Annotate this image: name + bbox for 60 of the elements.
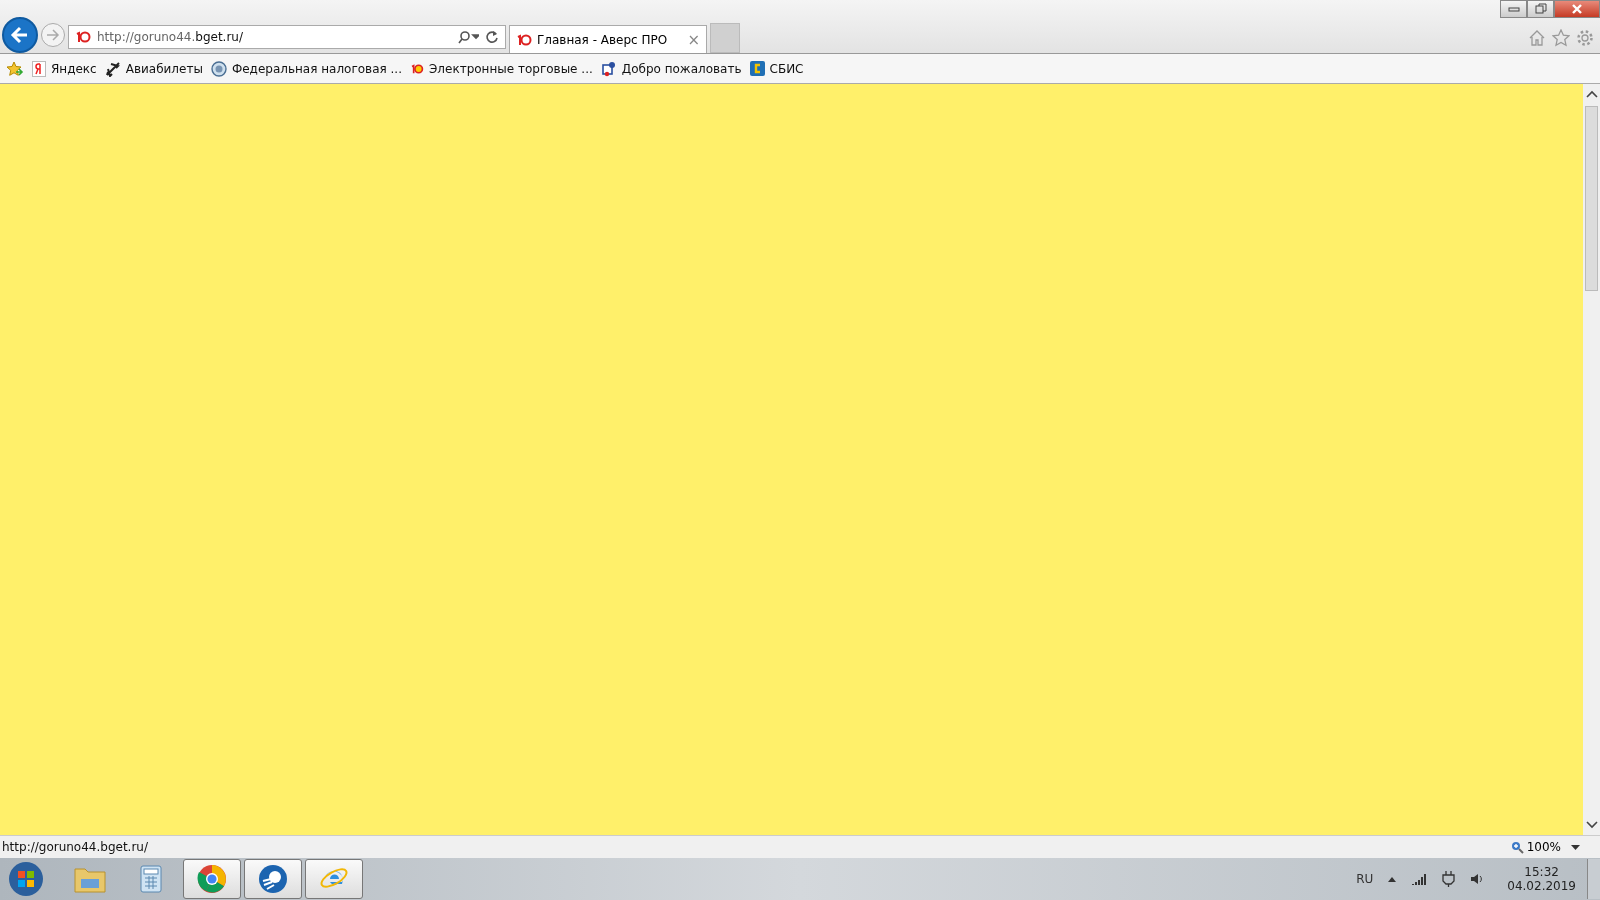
settings-icon[interactable] xyxy=(1576,29,1594,47)
browser-logo-icon xyxy=(197,864,227,894)
letter-tile-icon xyxy=(32,60,46,77)
power-plug-icon[interactable] xyxy=(1442,871,1456,887)
site-icon xyxy=(410,63,424,74)
restore-button[interactable] xyxy=(1527,0,1554,18)
browser-tab[interactable]: Главная - Аверс ПРО × xyxy=(509,25,707,53)
favorite-label: Яндекс xyxy=(51,61,97,76)
status-text: http://goruno44.bget.ru/ xyxy=(2,840,148,854)
favorite-label: Федеральная налоговая ... xyxy=(231,61,402,76)
vertical-scrollbar[interactable] xyxy=(1583,84,1600,835)
site-icon xyxy=(516,33,532,46)
letter-tile-icon xyxy=(749,61,765,76)
browser-app-button[interactable] xyxy=(183,859,241,899)
restore-icon xyxy=(1534,3,1547,15)
favorite-link[interactable]: Авиабилеты xyxy=(104,60,203,77)
tab-close-button[interactable]: × xyxy=(687,30,700,49)
app-logo-icon xyxy=(258,864,288,894)
forward-arrow-icon xyxy=(45,27,61,43)
favorite-label: Авиабилеты xyxy=(125,61,203,76)
favorite-label: СБИС xyxy=(769,61,804,76)
favorite-link[interactable]: Добро пожаловать xyxy=(600,60,742,77)
signal-bars-icon[interactable] xyxy=(1411,873,1428,885)
refresh-icon[interactable] xyxy=(485,30,499,44)
dropdown-caret-icon[interactable] xyxy=(1571,844,1580,850)
scroll-up-icon[interactable] xyxy=(1585,90,1598,98)
minimize-icon xyxy=(1507,6,1520,12)
scrollbar-thumb[interactable] xyxy=(1585,106,1598,291)
language-indicator[interactable]: RU xyxy=(1356,872,1374,886)
calculator-icon xyxy=(140,865,162,893)
tab-title: Главная - Аверс ПРО xyxy=(537,32,669,47)
show-hidden-icons-caret-icon[interactable] xyxy=(1388,876,1397,882)
ie-browser-button[interactable] xyxy=(305,859,363,899)
folder-icon xyxy=(74,865,106,893)
address-bar[interactable]: http://goruno44.bget.ru/ xyxy=(68,25,506,49)
clock[interactable]: 15:32 04.02.2019 xyxy=(1493,865,1584,893)
address-text: http://goruno44.bget.ru/ xyxy=(97,30,244,44)
close-icon xyxy=(1571,4,1583,14)
speaker-icon[interactable] xyxy=(1470,872,1485,886)
windows-logo-icon xyxy=(8,861,44,897)
zoom-icon xyxy=(1510,840,1524,854)
favorite-link[interactable]: Федеральная налоговая ... xyxy=(210,60,402,77)
minimize-button[interactable] xyxy=(1500,0,1527,18)
favorites-star-icon[interactable] xyxy=(6,60,24,77)
favorite-link[interactable]: Яндекс xyxy=(32,60,97,77)
home-icon[interactable] xyxy=(1528,29,1546,47)
emblem-icon xyxy=(210,60,227,77)
close-button[interactable] xyxy=(1554,0,1600,18)
favorite-link[interactable]: СБИС xyxy=(749,61,804,76)
zoom-button[interactable]: 100% xyxy=(1510,840,1561,854)
scroll-down-icon[interactable] xyxy=(1585,821,1598,829)
puzzle-icon xyxy=(600,60,617,77)
favorite-label: Добро пожаловать xyxy=(621,61,742,76)
app-button[interactable] xyxy=(244,859,302,899)
search-icon[interactable] xyxy=(457,30,479,44)
favorites-star-icon[interactable] xyxy=(1552,29,1570,47)
airplane-icon xyxy=(104,60,121,77)
back-button[interactable] xyxy=(2,17,38,53)
show-desktop-button[interactable] xyxy=(1587,859,1600,899)
site-icon xyxy=(75,31,91,43)
